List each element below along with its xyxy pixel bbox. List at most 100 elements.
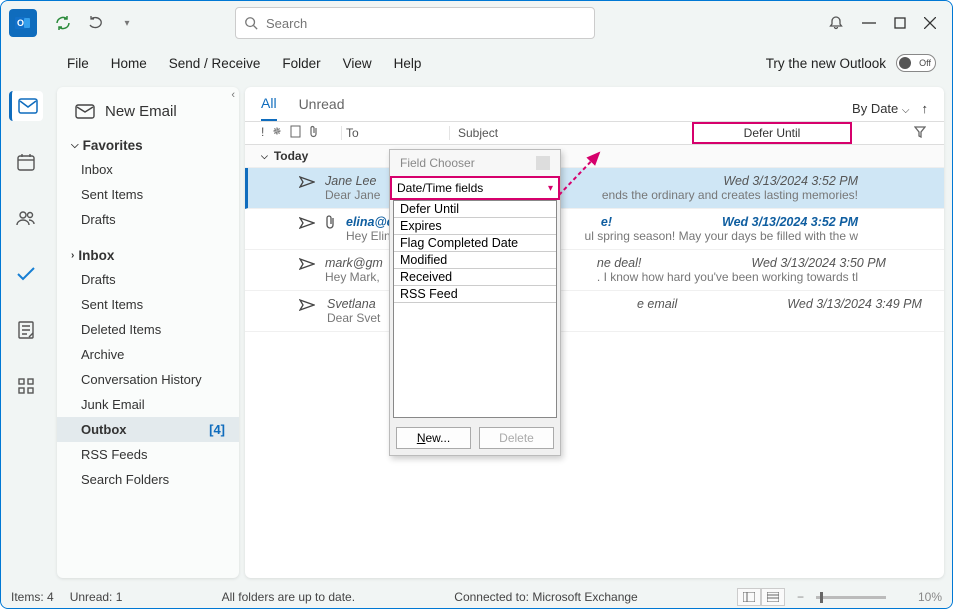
search-icon bbox=[244, 16, 258, 30]
tab-all[interactable]: All bbox=[261, 95, 277, 121]
try-new-outlook-toggle[interactable]: Off bbox=[896, 54, 936, 72]
status-unread-count: Unread: 1 bbox=[70, 590, 123, 604]
col-attachment-icon[interactable] bbox=[309, 125, 319, 141]
outlook-app-icon: O bbox=[9, 9, 37, 37]
new-email-button[interactable]: New Email bbox=[57, 95, 239, 134]
status-connection: Connected to: Microsoft Exchange bbox=[454, 590, 637, 604]
email-date: e emailWed 3/13/2024 3:49 PM bbox=[637, 297, 858, 311]
rail-notes-icon[interactable] bbox=[9, 315, 43, 345]
field-chooser-item[interactable]: Received bbox=[394, 269, 556, 286]
field-chooser-dialog: Field Chooser Date/Time fields ▾ Defer U… bbox=[389, 149, 561, 456]
folder-search-folders[interactable]: Search Folders bbox=[57, 467, 239, 492]
sync-icon[interactable] bbox=[49, 9, 77, 37]
view-reading-icon[interactable] bbox=[761, 588, 785, 606]
send-icon bbox=[299, 217, 315, 232]
search-input[interactable] bbox=[266, 16, 586, 31]
send-icon bbox=[299, 299, 317, 314]
folder-sent-items[interactable]: Sent Items bbox=[57, 292, 239, 317]
col-filter-icon[interactable] bbox=[914, 126, 926, 141]
field-chooser-item[interactable]: Expires bbox=[394, 218, 556, 235]
field-chooser-item[interactable]: Defer Until bbox=[394, 201, 556, 218]
menu-folder[interactable]: Folder bbox=[282, 56, 320, 71]
email-row[interactable]: mark@gm Hey Mark, ne deal!Wed 3/13/2024 … bbox=[245, 250, 944, 291]
collapse-nav-icon[interactable]: ‹ bbox=[231, 89, 235, 101]
sort-direction-icon[interactable]: ↑ bbox=[922, 101, 929, 116]
email-date: e!Wed 3/13/2024 3:52 PM bbox=[601, 215, 858, 229]
zoom-level: 10% bbox=[918, 590, 942, 604]
col-to[interactable]: To bbox=[341, 126, 449, 140]
filter-tab-row: All Unread By Date ⌵ ↑ bbox=[245, 87, 944, 121]
tab-unread[interactable]: Unread bbox=[299, 96, 345, 120]
menu-send-receive[interactable]: Send / Receive bbox=[169, 56, 261, 71]
rail-todo-icon[interactable] bbox=[9, 259, 43, 289]
left-rail bbox=[1, 81, 51, 586]
main-area: ‹ New Email ⌵Favorites Inbox Sent Items … bbox=[1, 81, 952, 586]
menu-help[interactable]: Help bbox=[394, 56, 422, 71]
field-chooser-item[interactable]: RSS Feed bbox=[394, 286, 556, 303]
menu-home[interactable]: Home bbox=[111, 56, 147, 71]
send-icon bbox=[299, 176, 315, 191]
status-item-count: Items: 4 bbox=[11, 590, 54, 604]
field-chooser-new-button[interactable]: New... bbox=[396, 427, 471, 449]
favorites-header[interactable]: ⌵Favorites bbox=[57, 134, 239, 157]
fav-sent-items[interactable]: Sent Items bbox=[57, 182, 239, 207]
folder-outbox[interactable]: Outbox[4] bbox=[57, 417, 239, 442]
field-chooser-title[interactable]: Field Chooser bbox=[390, 150, 560, 176]
email-row[interactable]: Svetlana Dear Svet e emailWed 3/13/2024 … bbox=[245, 291, 944, 332]
send-icon bbox=[299, 258, 315, 273]
email-date: Wed 3/13/2024 3:52 PM bbox=[723, 174, 858, 188]
group-today[interactable]: ⌵Today bbox=[245, 145, 944, 168]
menu-view[interactable]: View bbox=[343, 56, 372, 71]
minimize-icon[interactable] bbox=[862, 16, 876, 30]
col-subject[interactable]: Subject bbox=[449, 126, 692, 140]
field-chooser-list: Defer UntilExpiresFlag Completed DateMod… bbox=[393, 200, 557, 418]
email-row[interactable]: Jane Lee Dear Jane Wed 3/13/2024 3:52 PM… bbox=[245, 168, 944, 209]
menubar: File Home Send / Receive Folder View Hel… bbox=[1, 45, 952, 81]
column-header-row: ! ✵ To Subject Defer Until bbox=[245, 121, 944, 145]
folder-drafts[interactable]: Drafts bbox=[57, 267, 239, 292]
rail-more-apps-icon[interactable] bbox=[9, 371, 43, 401]
field-chooser-item[interactable]: Modified bbox=[394, 252, 556, 269]
qat-dropdown-icon[interactable]: ▾ bbox=[113, 9, 141, 37]
status-sync-state: All folders are up to date. bbox=[222, 590, 355, 604]
email-snippet: . I know how hard you've been working to… bbox=[597, 270, 858, 284]
email-date: ne deal!Wed 3/13/2024 3:50 PM bbox=[597, 256, 858, 270]
menu-file[interactable]: File bbox=[67, 56, 89, 71]
folder-deleted-items[interactable]: Deleted Items bbox=[57, 317, 239, 342]
close-icon[interactable] bbox=[924, 17, 936, 29]
folder-rss-feeds[interactable]: RSS Feeds bbox=[57, 442, 239, 467]
attachment-icon bbox=[325, 215, 336, 232]
email-list: Jane Lee Dear Jane Wed 3/13/2024 3:52 PM… bbox=[245, 168, 944, 332]
sort-by-date[interactable]: By Date ⌵ bbox=[852, 101, 909, 116]
bell-icon[interactable] bbox=[828, 15, 844, 31]
email-snippet: ends the ordinary and creates lasting me… bbox=[602, 188, 858, 202]
col-importance-icon[interactable]: ! bbox=[261, 125, 264, 141]
message-list-panel: All Unread By Date ⌵ ↑ ! ✵ To Subject De… bbox=[245, 87, 944, 578]
rail-calendar-icon[interactable] bbox=[9, 147, 43, 177]
statusbar: Items: 4 Unread: 1 All folders are up to… bbox=[1, 586, 952, 608]
col-defer-until[interactable]: Defer Until bbox=[692, 122, 852, 144]
svg-text:O: O bbox=[17, 18, 24, 28]
zoom-slider[interactable] bbox=[816, 596, 886, 599]
fav-inbox[interactable]: Inbox bbox=[57, 157, 239, 182]
rail-mail-icon[interactable] bbox=[9, 91, 43, 121]
col-icon-icon[interactable] bbox=[290, 125, 301, 141]
folder-conversation-history[interactable]: Conversation History bbox=[57, 367, 239, 392]
zoom-out-icon[interactable]: − bbox=[797, 590, 804, 604]
folder-panel: ‹ New Email ⌵Favorites Inbox Sent Items … bbox=[57, 87, 239, 578]
inbox-header[interactable]: ›Inbox bbox=[57, 244, 239, 267]
maximize-icon[interactable] bbox=[894, 17, 906, 29]
col-reminder-icon[interactable]: ✵ bbox=[272, 125, 281, 141]
view-normal-icon[interactable] bbox=[737, 588, 761, 606]
titlebar: O ▾ bbox=[1, 1, 952, 45]
field-chooser-close-icon[interactable] bbox=[536, 156, 550, 170]
undo-icon[interactable] bbox=[81, 9, 109, 37]
fav-drafts[interactable]: Drafts bbox=[57, 207, 239, 232]
rail-people-icon[interactable] bbox=[9, 203, 43, 233]
email-row[interactable]: elina@co Hey Elina, e!Wed 3/13/2024 3:52… bbox=[245, 209, 944, 250]
search-box[interactable] bbox=[235, 7, 595, 39]
folder-junk-email[interactable]: Junk Email bbox=[57, 392, 239, 417]
field-chooser-category-dropdown[interactable]: Date/Time fields ▾ bbox=[390, 176, 560, 200]
field-chooser-item[interactable]: Flag Completed Date bbox=[394, 235, 556, 252]
folder-archive[interactable]: Archive bbox=[57, 342, 239, 367]
